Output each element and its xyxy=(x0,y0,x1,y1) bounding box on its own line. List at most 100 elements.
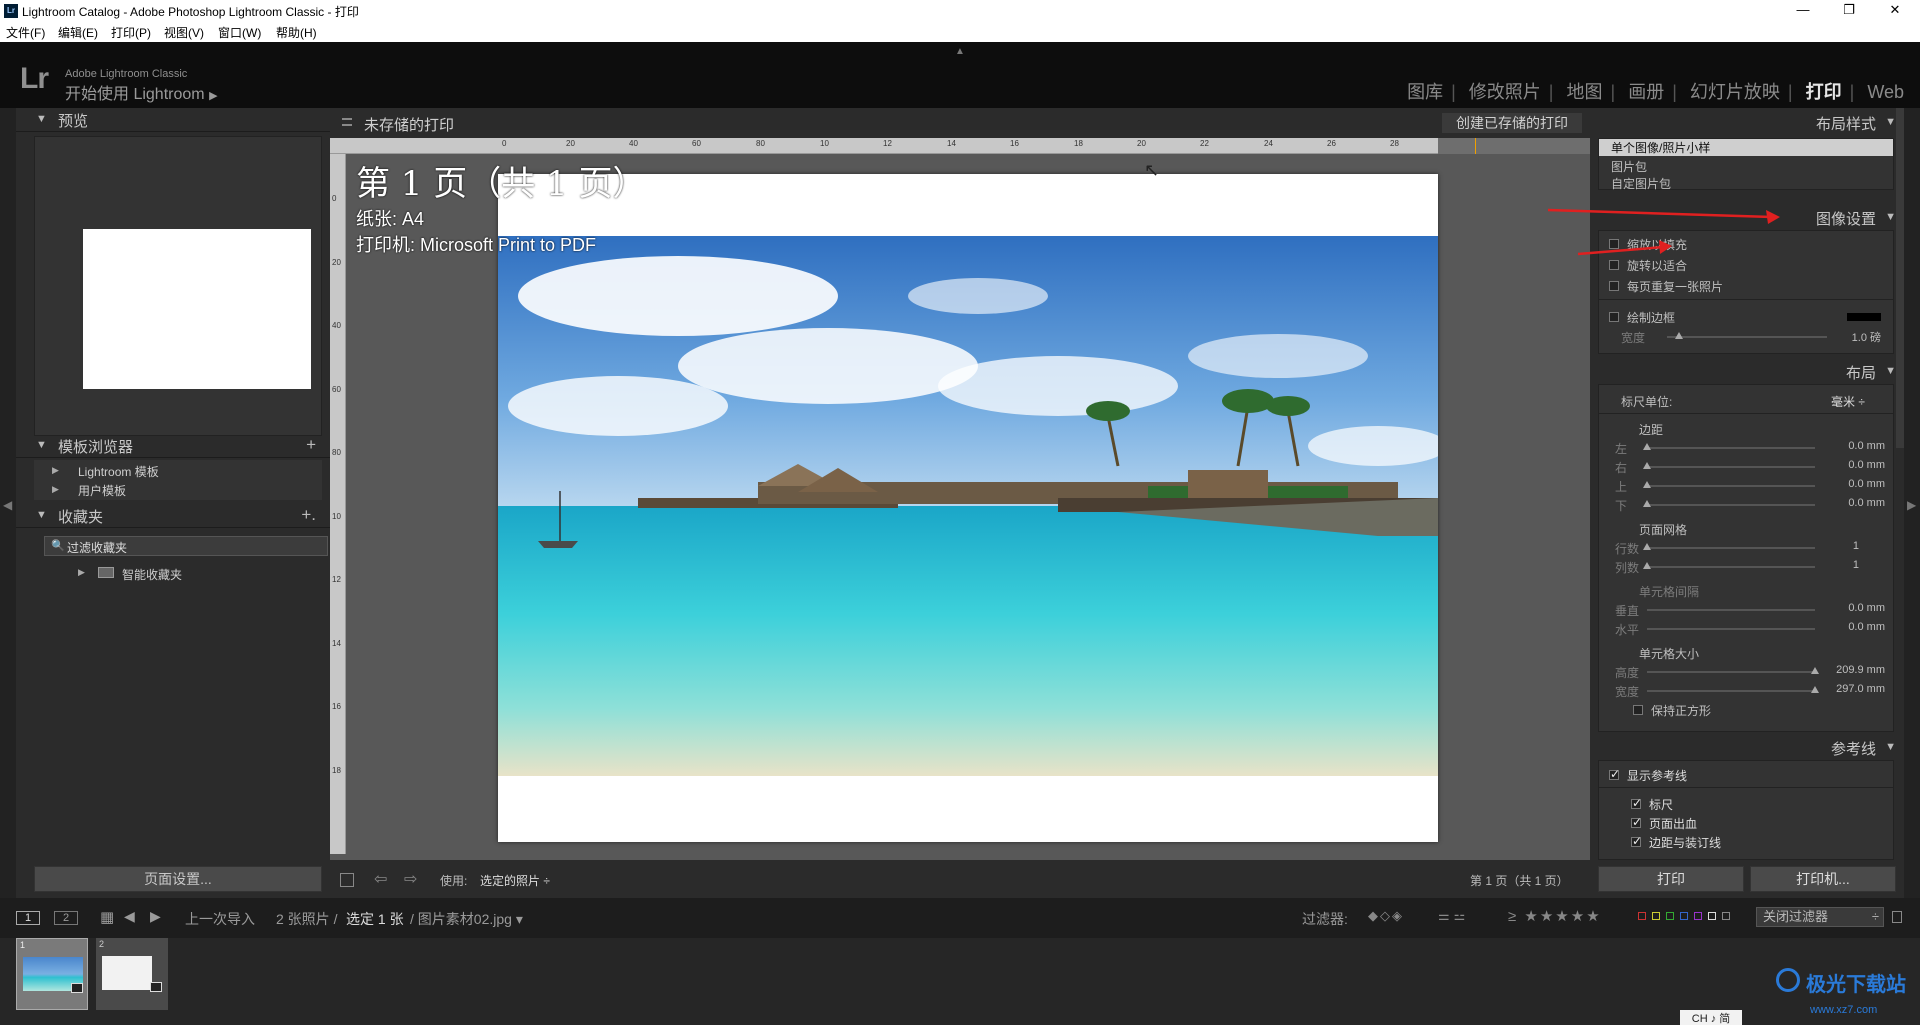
margin-bottom-slider[interactable] xyxy=(1647,504,1815,506)
back-arrow-icon[interactable]: ◀ xyxy=(124,908,135,925)
ruler-units-select[interactable]: 毫米 ÷ xyxy=(1831,393,1865,410)
slider-thumb[interactable] xyxy=(1643,481,1651,488)
menu-file[interactable]: 文件(F) xyxy=(6,24,45,41)
add-collection-icon[interactable]: +. xyxy=(301,505,316,525)
print-canvas-area: 未存储的打印 创建已存储的打印 0 20 40 60 80 10 12 14 1… xyxy=(330,108,1590,898)
create-saved-print-button[interactable]: 创建已存储的打印 xyxy=(1442,113,1582,133)
margin-top-slider[interactable] xyxy=(1647,485,1815,487)
edit-filter-icons[interactable]: ⚌⚍ xyxy=(1438,908,1469,924)
source-label[interactable]: 上一次导入 xyxy=(185,909,255,929)
layout-option-single[interactable]: 单个图像/照片小样 xyxy=(1599,139,1893,156)
badge-icon xyxy=(150,982,162,992)
secondary-display-button[interactable]: 2 xyxy=(54,911,78,925)
slider-thumb[interactable] xyxy=(1643,543,1651,550)
filter-preset-select[interactable]: 关闭过滤器 ÷ xyxy=(1756,907,1884,927)
module-book[interactable]: 画册 xyxy=(1628,82,1664,102)
preview-header[interactable]: ▼ 预览 xyxy=(16,108,330,132)
slider-thumb[interactable] xyxy=(1811,686,1819,693)
top-ruler[interactable]: 0 20 40 60 80 10 12 14 16 18 20 22 24 26… xyxy=(330,138,1590,154)
slider-thumb[interactable] xyxy=(1675,332,1683,339)
menu-edit[interactable]: 编辑(E) xyxy=(58,24,98,41)
collapse-top-icon[interactable]: ▲ xyxy=(955,46,965,57)
slider-thumb[interactable] xyxy=(1643,500,1651,507)
color-label-filter[interactable] xyxy=(1638,912,1738,924)
page-toggle-button[interactable] xyxy=(340,873,354,887)
columns-slider[interactable] xyxy=(1647,566,1815,568)
restore-button[interactable]: ❐ xyxy=(1826,0,1872,22)
flag-filter-icons[interactable]: ◆◇◈ xyxy=(1368,908,1404,924)
collections-header[interactable]: ▼ 收藏夹 +. xyxy=(16,504,330,528)
keep-square-checkbox[interactable] xyxy=(1633,705,1643,715)
rows-slider[interactable] xyxy=(1647,547,1815,549)
margin-right-slider[interactable] xyxy=(1647,466,1815,468)
margins-gutters-checkbox[interactable] xyxy=(1631,834,1642,848)
slider-thumb[interactable] xyxy=(1811,667,1819,674)
rating-filter-stars[interactable]: ≥ ★★★★★ xyxy=(1508,907,1602,925)
repeat-photo-checkbox[interactable] xyxy=(1609,281,1619,291)
right-panel-scrollbar[interactable] xyxy=(1896,108,1904,448)
vertical-spacing-slider[interactable] xyxy=(1647,609,1815,611)
window-title: Lightroom Catalog - Adobe Photoshop Ligh… xyxy=(22,5,359,19)
cell-width-slider[interactable] xyxy=(1647,690,1815,692)
grid-view-icon[interactable]: ▦ xyxy=(100,908,114,926)
menu-window[interactable]: 窗口(W) xyxy=(218,24,261,41)
add-template-icon[interactable]: + xyxy=(306,435,316,455)
slider-thumb[interactable] xyxy=(1643,443,1651,450)
printer-button[interactable]: 打印机... xyxy=(1750,866,1896,892)
layout-style-header[interactable]: 布局样式 ▼ xyxy=(1590,111,1904,135)
filter-collections-input[interactable]: 🔍 过滤收藏夹 xyxy=(44,536,328,556)
slider-thumb[interactable] xyxy=(1643,562,1651,569)
module-web[interactable]: Web xyxy=(1867,82,1904,102)
film-thumb-2[interactable]: 2 xyxy=(96,938,168,1010)
right-arrow-icon[interactable]: ▶ xyxy=(1907,498,1916,512)
show-guides-checkbox[interactable] xyxy=(1609,767,1620,781)
use-select[interactable]: 选定的照片 ÷ xyxy=(480,872,550,889)
cell-height-slider[interactable] xyxy=(1647,671,1815,673)
left-arrow-icon[interactable]: ◀ xyxy=(3,498,12,512)
horizontal-spacing-slider[interactable] xyxy=(1647,628,1815,630)
keep-square-label: 保持正方形 xyxy=(1651,704,1712,718)
module-slideshow[interactable]: 幻灯片放映 xyxy=(1690,82,1780,102)
print-photo[interactable] xyxy=(498,236,1438,776)
module-develop[interactable]: 修改照片 xyxy=(1469,82,1541,102)
slider-thumb[interactable] xyxy=(1643,462,1651,469)
page-setup-button[interactable]: 页面设置... xyxy=(34,866,322,892)
template-browser-header[interactable]: ▼ 模板浏览器 + xyxy=(16,434,330,458)
border-color-swatch[interactable] xyxy=(1847,313,1881,321)
close-button[interactable]: ✕ xyxy=(1872,0,1918,22)
rulers-checkbox[interactable] xyxy=(1631,796,1642,810)
prev-page-icon[interactable]: ⇦ xyxy=(374,869,387,889)
primary-display-button[interactable]: 1 xyxy=(16,911,40,925)
minimize-button[interactable]: — xyxy=(1780,0,1826,22)
layout-option-custom[interactable]: 自定图片包 xyxy=(1611,175,1671,192)
draw-border-checkbox[interactable] xyxy=(1609,312,1619,322)
filmstrip-toolbar: 1 2 ▦ ◀ ▶ 上一次导入 2 张照片 / 选定 1 张 / 图片素材02.… xyxy=(0,898,1920,938)
smart-collections-item[interactable]: ▶ 智能收藏夹 xyxy=(66,564,316,582)
guides-header[interactable]: 参考线 ▼ xyxy=(1590,736,1904,760)
print-button[interactable]: 打印 xyxy=(1598,866,1744,892)
page-grid-title: 页面网格 xyxy=(1639,523,1688,537)
layout-option-package[interactable]: 图片包 xyxy=(1611,158,1647,175)
menu-help[interactable]: 帮助(H) xyxy=(276,24,317,41)
right-panel-toggle[interactable]: ▶ xyxy=(1904,108,1920,898)
filter-lock-icon[interactable] xyxy=(1892,911,1902,923)
page-bleed-checkbox[interactable] xyxy=(1631,815,1642,829)
ruler-label: 14 xyxy=(947,139,956,148)
menu-print[interactable]: 打印(P) xyxy=(111,24,151,41)
layout-header[interactable]: 布局 ▼ xyxy=(1590,360,1904,384)
left-panel-toggle[interactable]: ◀ xyxy=(0,108,16,898)
ime-indicator[interactable]: CH ♪ 简 xyxy=(1680,1010,1742,1025)
menu-view[interactable]: 视图(V) xyxy=(164,24,204,41)
get-started-link[interactable]: 开始使用 Lightroom ▶ xyxy=(65,80,218,104)
forward-arrow-icon[interactable]: ▶ xyxy=(150,908,161,925)
rotate-to-fit-checkbox[interactable] xyxy=(1609,260,1619,270)
module-map[interactable]: 地图 xyxy=(1567,82,1603,102)
selected-filename[interactable]: / 图片素材02.jpg ▾ xyxy=(410,909,523,929)
module-library[interactable]: 图库 xyxy=(1407,82,1443,102)
next-page-icon[interactable]: ⇨ xyxy=(404,869,417,889)
film-thumb-1[interactable]: 1 xyxy=(16,938,88,1010)
border-width-slider[interactable] xyxy=(1667,336,1827,338)
left-ruler[interactable]: 0 20 40 60 80 10 12 14 16 18 xyxy=(330,154,346,854)
margin-left-slider[interactable] xyxy=(1647,447,1815,449)
module-print[interactable]: 打印 xyxy=(1806,82,1842,102)
